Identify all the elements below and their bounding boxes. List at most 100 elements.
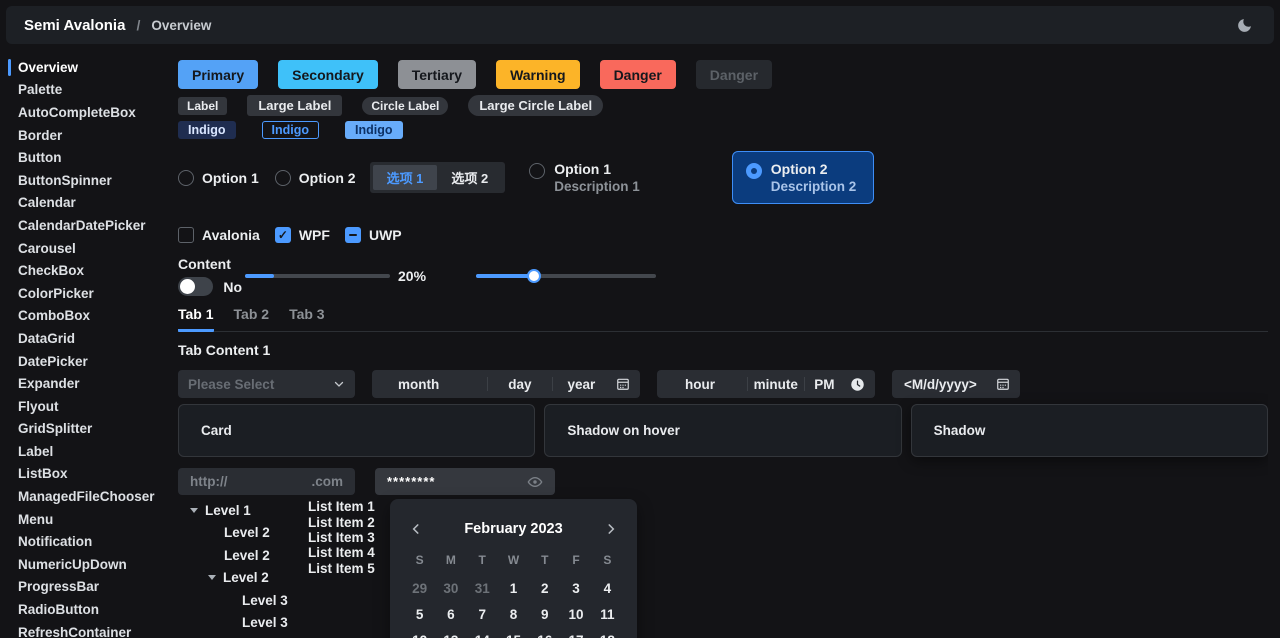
eye-icon[interactable] — [527, 474, 543, 490]
calendar-day-cell[interactable]: 16 — [529, 627, 560, 638]
calendar-day-cell[interactable]: 7 — [467, 601, 498, 627]
caret-down-icon[interactable] — [190, 508, 198, 513]
url-input[interactable]: http:// .com — [178, 468, 355, 495]
calendar-day-cell[interactable]: 13 — [435, 627, 466, 638]
calendar-day-cell[interactable]: 2 — [529, 575, 560, 601]
list-item[interactable]: List Item 4 — [308, 545, 378, 560]
sidebar-item-colorpicker[interactable]: ColorPicker — [0, 282, 178, 305]
sidebar-item-datepicker[interactable]: DatePicker — [0, 350, 178, 373]
sidebar-item-combobox[interactable]: ComboBox — [0, 305, 178, 328]
tab-tab-1[interactable]: Tab 1 — [178, 306, 214, 332]
secondary-button-secondary[interactable]: Secondary — [278, 60, 378, 89]
segmented-option[interactable]: 选项 2 — [437, 165, 502, 190]
sidebar-item-palette[interactable]: Palette — [0, 79, 178, 102]
sidebar-item-menu[interactable]: Menu — [0, 508, 178, 531]
sidebar-item-calendardatepicker[interactable]: CalendarDatePicker — [0, 214, 178, 237]
warning-button-warning[interactable]: Warning — [496, 60, 579, 89]
password-input[interactable]: ******** — [375, 468, 555, 495]
tree-item-level-2[interactable]: Level 2 — [185, 544, 308, 567]
calendar-day-cell[interactable]: 18 — [592, 627, 623, 638]
date-picker[interactable]: month day year — [372, 370, 640, 398]
calendar-day-cell[interactable]: 5 — [404, 601, 435, 627]
tab-tab-3[interactable]: Tab 3 — [289, 306, 325, 332]
slider-thumb[interactable] — [527, 269, 541, 283]
tertiary-button-tertiary[interactable]: Tertiary — [398, 60, 476, 89]
list-item[interactable]: List Item 1 — [308, 499, 378, 514]
sidebar-item-progressbar[interactable]: ProgressBar — [0, 576, 178, 599]
date-picker-day[interactable]: day — [488, 377, 552, 392]
time-picker[interactable]: hour minute PM — [657, 370, 875, 398]
checkbox-uwp[interactable]: UWP — [345, 227, 402, 243]
calendar-day-cell[interactable]: 10 — [560, 601, 591, 627]
date-picker-year[interactable]: year — [553, 377, 610, 392]
time-picker-hour[interactable]: hour — [657, 377, 747, 392]
sidebar-item-notification[interactable]: Notification — [0, 530, 178, 553]
tree-item-level-2[interactable]: Level 2 — [185, 522, 308, 545]
calendar-day-cell[interactable]: 12 — [404, 627, 435, 638]
checkbox-wpf[interactable]: ✓WPF — [275, 227, 330, 243]
danger-button-danger[interactable]: Danger — [600, 60, 676, 89]
list-item[interactable]: List Item 2 — [308, 514, 378, 529]
calendar-day-cell[interactable]: 4 — [592, 575, 623, 601]
tree-item-label: Level 3 — [242, 593, 288, 608]
progress-bar — [245, 274, 390, 278]
sidebar-item-button[interactable]: Button — [0, 146, 178, 169]
sidebar-item-refreshcontainer[interactable]: RefreshContainer — [0, 621, 178, 638]
sidebar-item-border[interactable]: Border — [0, 124, 178, 147]
sidebar-item-expander[interactable]: Expander — [0, 372, 178, 395]
sidebar-item-buttonspinner[interactable]: ButtonSpinner — [0, 169, 178, 192]
sidebar-item-managedfilechooser[interactable]: ManagedFileChooser — [0, 485, 178, 508]
sidebar-item-radiobutton[interactable]: RadioButton — [0, 598, 178, 621]
radio-option-2[interactable]: Option 2 — [275, 170, 356, 186]
calendar-day-cell[interactable]: 6 — [435, 601, 466, 627]
slider[interactable] — [476, 268, 656, 284]
sidebar-item-overview[interactable]: Overview — [0, 56, 178, 79]
sidebar-item-flyout[interactable]: Flyout — [0, 395, 178, 418]
calendar-day-cell[interactable]: 17 — [560, 627, 591, 638]
time-picker-minute[interactable]: minute — [748, 377, 804, 392]
segmented-option[interactable]: 选项 1 — [373, 165, 438, 190]
calendar-day-cell[interactable]: 15 — [498, 627, 529, 638]
calendar-day-cell[interactable]: 1 — [498, 575, 529, 601]
calendar-day-cell[interactable]: 11 — [592, 601, 623, 627]
calendar-month-title[interactable]: February 2023 — [428, 521, 599, 537]
sidebar-item-autocompletebox[interactable]: AutoCompleteBox — [0, 101, 178, 124]
date-picker-month[interactable]: month — [372, 377, 487, 392]
tree-item-level-2[interactable]: Level 2 — [185, 567, 308, 590]
list-item[interactable]: List Item 5 — [308, 561, 378, 576]
tree-item-level-3[interactable]: Level 3 — [185, 589, 308, 612]
calendar-day-cell[interactable]: 3 — [560, 575, 591, 601]
caret-down-icon[interactable] — [208, 575, 216, 580]
calendar-prev-button[interactable] — [404, 517, 428, 541]
calendar-date-picker[interactable]: <M/d/yyyy> — [892, 370, 1020, 398]
time-picker-ampm[interactable]: PM — [805, 377, 844, 392]
radio-option-1[interactable]: Option 1 — [178, 170, 259, 186]
sidebar-item-numericupdown[interactable]: NumericUpDown — [0, 553, 178, 576]
calendar-day-cell[interactable]: 29 — [404, 575, 435, 601]
calendar-day-cell[interactable]: 9 — [529, 601, 560, 627]
sidebar-item-gridsplitter[interactable]: GridSplitter — [0, 418, 178, 441]
theme-toggle-button[interactable] — [1232, 13, 1256, 37]
sidebar-item-calendar[interactable]: Calendar — [0, 192, 178, 215]
primary-button-primary[interactable]: Primary — [178, 60, 258, 89]
toggle-switch[interactable] — [178, 277, 213, 296]
radio-card-selected[interactable]: Option 2 Description 2 — [732, 151, 875, 204]
tab-tab-2[interactable]: Tab 2 — [234, 306, 270, 332]
calendar-next-button[interactable] — [599, 517, 623, 541]
calendar-day-cell[interactable]: 14 — [467, 627, 498, 638]
combobox[interactable]: Please Select — [178, 370, 355, 398]
radio-with-description[interactable]: Option 1 Description 1 — [529, 161, 640, 194]
sidebar-item-listbox[interactable]: ListBox — [0, 463, 178, 486]
sidebar-item-datagrid[interactable]: DataGrid — [0, 327, 178, 350]
calendar-day-cell[interactable]: 30 — [435, 575, 466, 601]
calendar-day-cell[interactable]: 31 — [467, 575, 498, 601]
tree-item-level-3[interactable]: Level 3 — [185, 612, 308, 635]
sidebar-item-carousel[interactable]: Carousel — [0, 237, 178, 260]
list-item[interactable]: List Item 3 — [308, 530, 378, 545]
sidebar-item-label[interactable]: Label — [0, 440, 178, 463]
sidebar-item-checkbox[interactable]: CheckBox — [0, 259, 178, 282]
checkbox-avalonia[interactable]: Avalonia — [178, 227, 260, 243]
tree-item-level-1[interactable]: Level 1 — [185, 499, 308, 522]
calendar-day-cell[interactable]: 8 — [498, 601, 529, 627]
sidebar-item-label: ListBox — [18, 466, 68, 481]
